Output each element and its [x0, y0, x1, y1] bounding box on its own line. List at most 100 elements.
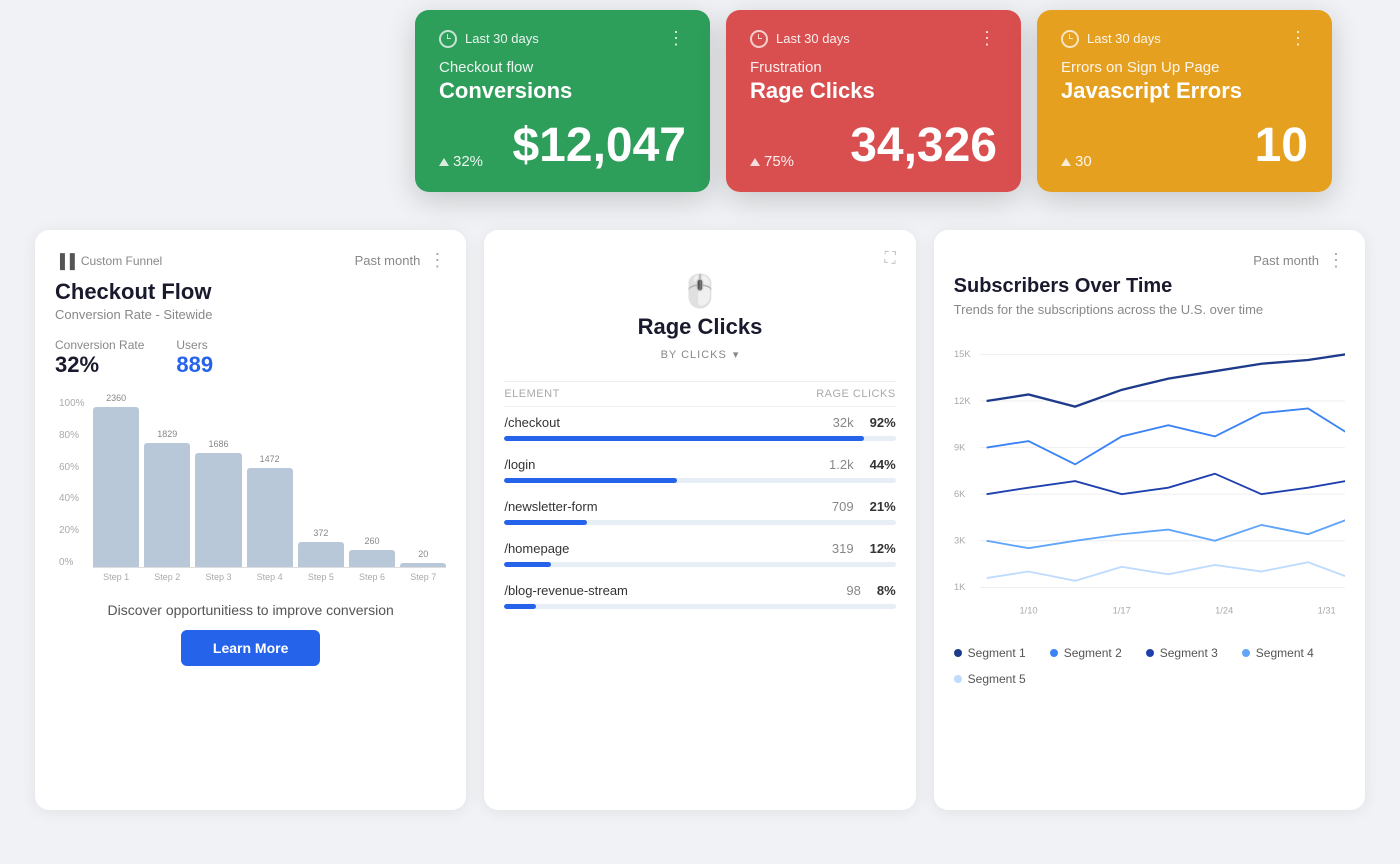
rage-element-name: /homepage [504, 541, 569, 556]
rage-row-checkout: /checkout 32k 92% [504, 415, 895, 441]
svg-text:1/10: 1/10 [1019, 605, 1037, 615]
subscribers-header-right: Past month ⋮ [1253, 250, 1345, 271]
metric-change: 30 [1061, 153, 1092, 170]
progress-bar [504, 436, 895, 441]
arrow-up-icon [1061, 158, 1071, 166]
metric-period: Last 30 days [776, 31, 850, 46]
rage-element-name: /newsletter-form [504, 499, 597, 514]
rage-element-name: /login [504, 457, 535, 472]
bar-chart-container: 100% 80% 60% 40% 20% 0% 2360 1829 [55, 398, 446, 568]
funnel-widget-card: ▐▐ Custom Funnel Past month ⋮ Checkout F… [35, 230, 466, 810]
clock-icon [750, 30, 768, 48]
bar-value-6: 260 [365, 536, 380, 546]
progress-bar-fill [504, 562, 551, 567]
rage-row-login: /login 1.2k 44% [504, 457, 895, 483]
metric-options-icon[interactable]: ⋮ [667, 28, 686, 49]
progress-bar [504, 562, 895, 567]
rage-widget-header: ⛶ [504, 250, 895, 268]
rage-row-data: /checkout 32k 92% [504, 415, 895, 430]
rage-rows-list: /checkout 32k 92% /login [504, 415, 895, 609]
funnel-options-icon[interactable]: ⋮ [428, 250, 446, 271]
legend-item-segment5: Segment 5 [954, 672, 1026, 686]
clock-icon [1061, 30, 1079, 48]
rage-percent: 8% [877, 583, 896, 598]
bar-chart-icon: ▐▐ [55, 253, 75, 269]
funnel-conversion-rate: Conversion Rate 32% [55, 338, 144, 378]
x-label-3: Step 3 [195, 572, 241, 582]
conversion-rate-value: 32% [55, 352, 144, 378]
rage-filter[interactable]: BY CLICKS ▾ [504, 348, 895, 361]
y-axis: 100% 80% 60% 40% 20% 0% [55, 398, 89, 568]
funnel-title: Checkout Flow [55, 279, 446, 305]
svg-text:1/17: 1/17 [1112, 605, 1130, 615]
x-axis-labels: Step 1 Step 2 Step 3 Step 4 Step 5 Step … [55, 572, 446, 582]
progress-bar [504, 520, 895, 525]
x-label-5: Step 5 [298, 572, 344, 582]
metric-card-rage-clicks: Last 30 days ⋮ Frustration Rage Clicks 7… [726, 10, 1021, 192]
svg-text:1/24: 1/24 [1215, 605, 1233, 615]
rage-element-name: /checkout [504, 415, 560, 430]
svg-text:12K: 12K [954, 396, 971, 406]
metric-value: 34,326 [850, 122, 997, 170]
subscribers-options-icon[interactable]: ⋮ [1327, 250, 1345, 271]
bar-chart-bars: 2360 1829 1686 1472 [93, 398, 446, 568]
x-label-6: Step 6 [349, 572, 395, 582]
rage-percent: 44% [870, 457, 896, 472]
rage-row-data: /newsletter-form 709 21% [504, 499, 895, 514]
svg-text:9K: 9K [954, 442, 966, 452]
legend-dot-segment3 [1146, 649, 1154, 657]
bar-5 [298, 542, 344, 567]
rage-numbers: 98 8% [846, 583, 895, 598]
users-label: Users [176, 338, 213, 352]
legend-dot-segment5 [954, 675, 962, 683]
progress-bar [504, 604, 895, 609]
legend-dot-segment4 [1242, 649, 1250, 657]
rage-icon-container: 🖱️ [504, 272, 895, 310]
learn-more-button[interactable]: Learn More [181, 630, 320, 666]
y-label-20: 20% [59, 525, 85, 536]
bar-4 [247, 468, 293, 567]
rage-percent: 21% [870, 499, 896, 514]
rage-numbers: 1.2k 44% [829, 457, 896, 472]
metric-card-header-left: Last 30 days [1061, 30, 1161, 48]
legend-label-segment1: Segment 1 [968, 646, 1026, 660]
funnel-cta-text: Discover opportunitiess to improve conve… [55, 602, 446, 618]
metric-card-header-left: Last 30 days [750, 30, 850, 48]
expand-icon[interactable]: ⛶ [884, 250, 895, 268]
rage-count: 1.2k [829, 457, 854, 472]
svg-text:15K: 15K [954, 349, 971, 359]
users-value: 889 [176, 352, 213, 378]
funnel-header-right: Past month ⋮ [355, 250, 447, 271]
legend-label-segment4: Segment 4 [1256, 646, 1314, 660]
clock-icon [439, 30, 457, 48]
bar-value-3: 1686 [208, 439, 228, 449]
rage-count: 709 [832, 499, 854, 514]
legend-item-segment4: Segment 4 [1242, 646, 1314, 660]
metric-cards-row: Last 30 days ⋮ Checkout flow Conversions… [415, 10, 1332, 192]
rage-percent: 12% [870, 541, 896, 556]
bar-step4: 1472 [247, 454, 293, 567]
bar-7 [400, 563, 446, 567]
metric-options-icon[interactable]: ⋮ [978, 28, 997, 49]
metric-card-js-errors: Last 30 days ⋮ Errors on Sign Up Page Ja… [1037, 10, 1332, 192]
metric-card-header-left: Last 30 days [439, 30, 539, 48]
y-label-80: 80% [59, 430, 85, 441]
funnel-users: Users 889 [176, 338, 213, 378]
legend-item-segment1: Segment 1 [954, 646, 1026, 660]
funnel-widget-header-left: ▐▐ Custom Funnel [55, 253, 162, 269]
progress-bar [504, 478, 895, 483]
progress-bar-fill [504, 604, 535, 609]
arrow-up-icon [439, 158, 449, 166]
legend-label-segment5: Segment 5 [968, 672, 1026, 686]
legend-dot-segment2 [1050, 649, 1058, 657]
metric-card-header: Last 30 days ⋮ [1061, 28, 1308, 49]
metric-options-icon[interactable]: ⋮ [1289, 28, 1308, 49]
chart-legend: Segment 1 Segment 2 Segment 3 Segment 4 … [954, 646, 1345, 686]
metric-value: $12,047 [512, 122, 686, 170]
conversion-rate-label: Conversion Rate [55, 338, 144, 352]
progress-bar-fill [504, 436, 864, 441]
widgets-row: ▐▐ Custom Funnel Past month ⋮ Checkout F… [35, 230, 1365, 810]
rage-col-clicks-header: RAGE CLICKS [816, 388, 895, 400]
metric-subtitle: Frustration [750, 59, 997, 76]
y-label-40: 40% [59, 493, 85, 504]
